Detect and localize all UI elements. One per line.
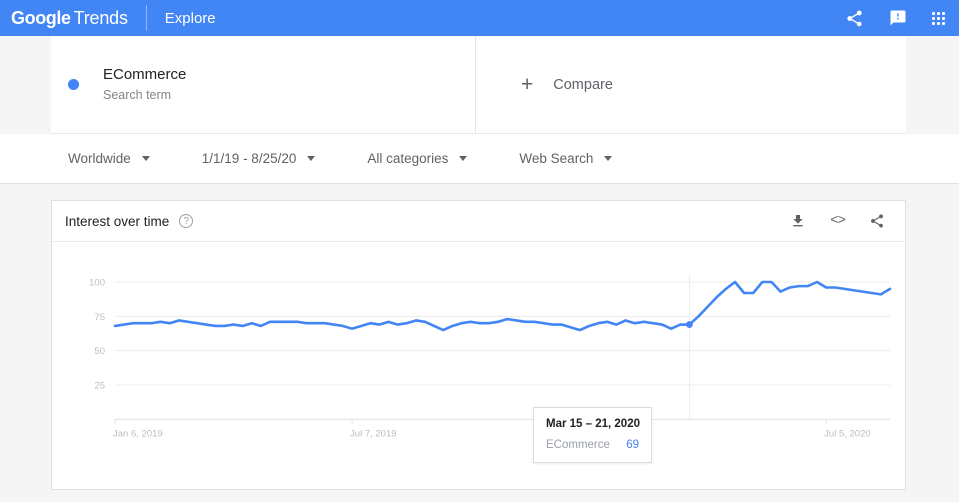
chart-stage: Interest over time ? <> 100 75 50 25 Jan 6, … [0, 184, 959, 490]
compare-button[interactable]: + Compare [476, 36, 906, 133]
tooltip-date: Mar 15 – 21, 2020 [546, 418, 640, 430]
logo-trends-text: Trends [73, 7, 128, 28]
chart-toolbar: <> [790, 213, 885, 229]
filter-category[interactable]: All categories [367, 151, 468, 166]
search-term-text: ECommerce Search term [103, 65, 186, 104]
chart-tooltip: Mar 15 – 21, 2020 ECommerce 69 [533, 407, 652, 463]
filter-category-label: All categories [367, 151, 449, 166]
search-term-name: ECommerce [103, 66, 187, 83]
filter-search-type[interactable]: Web Search [519, 151, 613, 166]
filters-bar: Worldwide 1/1/19 - 8/25/20 All categorie… [0, 134, 959, 184]
feedback-icon[interactable] [889, 9, 907, 27]
filter-date-range[interactable]: 1/1/19 - 8/25/20 [202, 151, 316, 166]
appbar-actions [845, 9, 945, 28]
search-term-card[interactable]: ECommerce Search term [51, 36, 476, 133]
filter-location[interactable]: Worldwide [68, 151, 150, 166]
tooltip-series-row: ECommerce 69 [546, 439, 639, 451]
svg-text:Jul 5, 2020: Jul 5, 2020 [824, 428, 870, 439]
share-icon[interactable] [845, 9, 864, 28]
nav-explore[interactable]: Explore [165, 10, 216, 27]
chevron-down-icon [307, 156, 316, 161]
plus-icon: + [521, 73, 534, 96]
tooltip-series-value: 69 [626, 439, 639, 451]
svg-text:Jan 6, 2019: Jan 6, 2019 [113, 428, 163, 439]
filter-date-range-label: 1/1/19 - 8/25/20 [201, 151, 297, 166]
logo-google-text: Google [11, 7, 71, 28]
svg-text:50: 50 [94, 346, 105, 357]
appbar-divider [145, 5, 147, 31]
interest-over-time-card: Interest over time ? <> 100 75 50 25 Jan 6, … [51, 200, 906, 490]
series-color-dot [68, 79, 79, 90]
help-icon[interactable]: ? [179, 214, 194, 228]
search-term-type: Search term [103, 88, 172, 102]
share-icon[interactable] [869, 213, 885, 229]
download-icon[interactable] [790, 213, 806, 229]
compare-label: Compare [553, 76, 613, 93]
filter-search-type-label: Web Search [519, 151, 594, 166]
svg-text:75: 75 [94, 312, 105, 323]
google-trends-logo[interactable]: Google Trends [11, 8, 128, 29]
chart-card-header: Interest over time ? <> [52, 201, 905, 242]
tooltip-series-name: ECommerce [546, 439, 610, 451]
svg-text:25: 25 [94, 381, 105, 392]
search-terms-row: ECommerce Search term + Compare [51, 36, 906, 134]
chevron-down-icon [141, 156, 150, 161]
interest-over-time-chart: 100755025Jan 6, 2019Jul 7, 2019Jan 5, 20… [89, 274, 892, 439]
svg-text:Jul 7, 2019: Jul 7, 2019 [350, 428, 396, 439]
apps-grid-icon[interactable] [932, 11, 945, 25]
embed-icon[interactable]: <> [830, 213, 846, 229]
chevron-down-icon [604, 156, 613, 161]
chevron-down-icon [459, 156, 468, 161]
svg-text:100: 100 [89, 278, 105, 289]
app-bar: Google Trends Explore [0, 0, 959, 36]
filter-location-label: Worldwide [68, 151, 131, 166]
chart-title: Interest over time [65, 213, 170, 229]
chart-plot-area[interactable]: 100755025Jan 6, 2019Jul 7, 2019Jan 5, 20… [52, 242, 905, 489]
